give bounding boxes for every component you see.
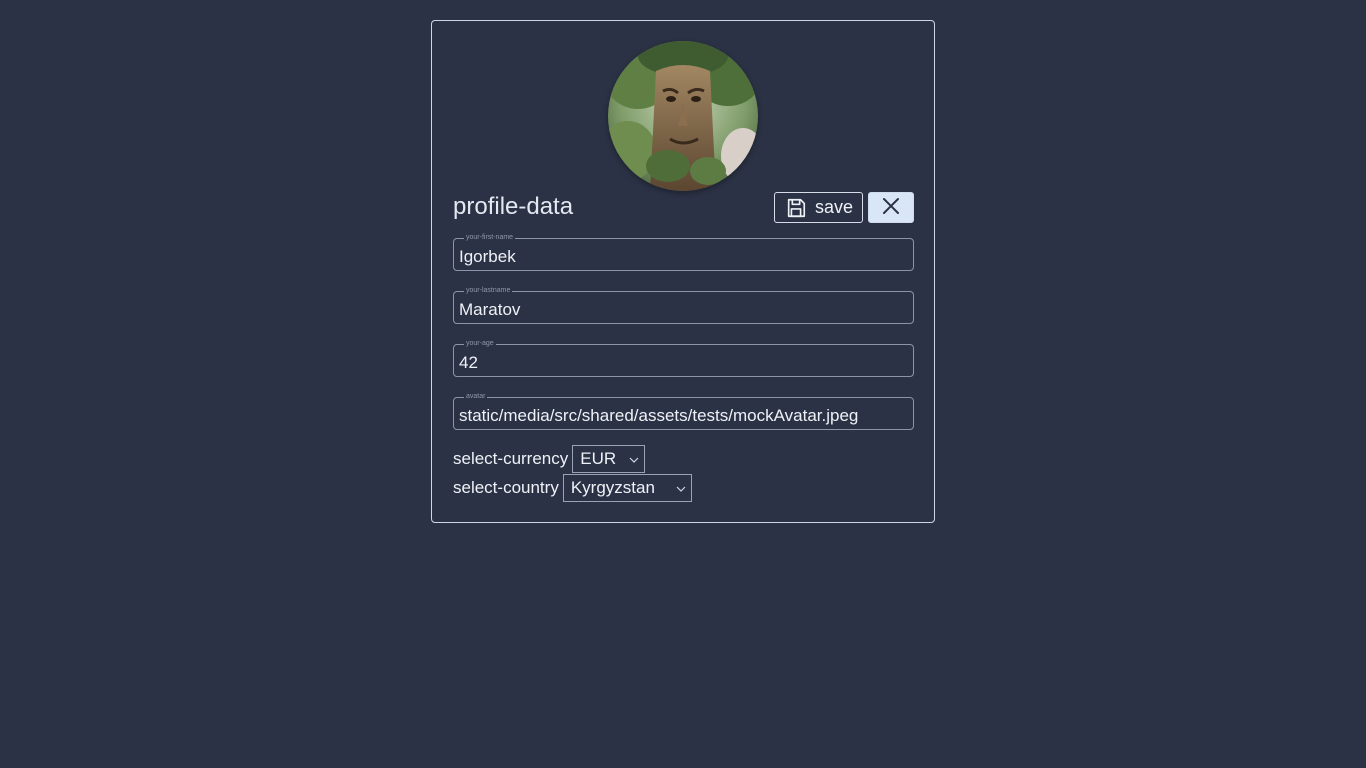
avatar-input[interactable] [454,398,913,429]
page-title: profile-data [453,193,574,220]
chevron-down-icon [676,486,686,492]
lastname-field: your-lastname [453,287,914,324]
currency-row: select-currency EUR [453,445,646,473]
first-name-field: your-first-name [453,234,914,271]
save-button[interactable]: save [774,192,863,223]
country-label: select-country [453,478,559,497]
first-name-input[interactable] [454,239,913,270]
avatar [608,41,758,191]
lastname-input[interactable] [454,292,913,323]
close-button[interactable] [868,192,914,223]
currency-select[interactable]: EUR [572,445,646,473]
age-field: your-age [453,340,914,377]
avatar-image [608,41,758,191]
country-value: Kyrgyzstan [570,478,655,497]
currency-label: select-currency [453,449,569,468]
country-row: select-country Kyrgyzstan [453,474,692,502]
close-icon [882,197,900,218]
currency-value: EUR [580,449,617,468]
age-input[interactable] [454,345,913,376]
country-select[interactable]: Kyrgyzstan [562,474,692,502]
chevron-down-icon [629,457,639,463]
avatar-field: avatar [453,393,914,430]
profile-card: profile-data save your-first-name your-l… [431,20,935,523]
save-button-label: save [815,197,854,217]
floppy-disk-icon [785,197,807,219]
